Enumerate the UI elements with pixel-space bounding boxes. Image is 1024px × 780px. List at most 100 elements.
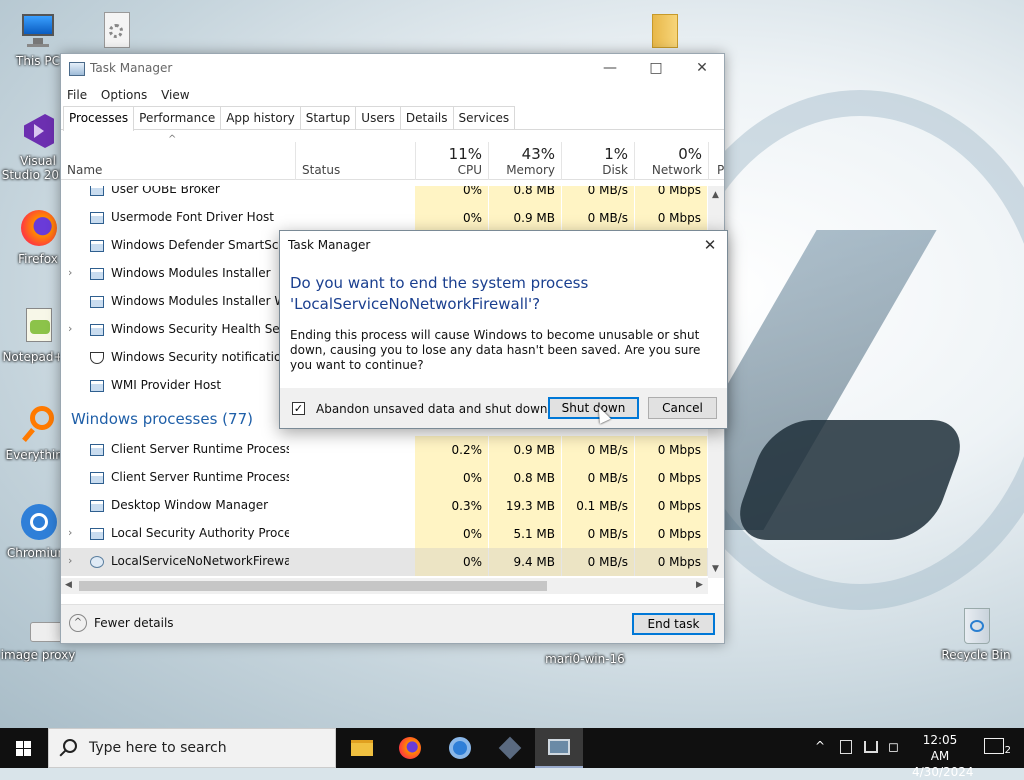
chevron-right-icon[interactable]: › (68, 554, 72, 567)
tab-performance[interactable]: Performance (133, 106, 222, 130)
column-disk-label: Disk (602, 163, 628, 177)
memory-value: 0.8 MB (489, 464, 561, 492)
chevron-right-icon[interactable]: › (68, 266, 72, 279)
column-network[interactable]: 0% Network (634, 142, 708, 180)
process-icon (90, 268, 104, 280)
desktop-icon-label: mari0-win-16 (545, 652, 625, 666)
checkbox-label[interactable]: Abandon unsaved data and shut down. (316, 402, 551, 416)
scroll-down-icon[interactable]: ▼ (712, 564, 719, 574)
column-power-label: P (717, 163, 724, 177)
horizontal-scroll-thumb[interactable] (79, 581, 547, 591)
end-task-button[interactable]: End task (632, 613, 715, 635)
cpu-value: 0.2% (415, 436, 488, 464)
process-name: User OOBE Broker (111, 186, 220, 196)
abandon-data-checkbox[interactable]: ✓ (292, 402, 305, 415)
tablet-icon[interactable] (840, 740, 852, 754)
network-icon[interactable] (864, 741, 878, 753)
table-row[interactable]: Usermode Font Driver Host 0% 0.9 MB 0 MB… (61, 204, 708, 232)
column-memory[interactable]: 43% Memory (488, 142, 561, 180)
taskbar-task-manager[interactable] (535, 728, 583, 768)
column-status[interactable]: Status (295, 142, 415, 180)
process-name: Client Server Runtime Process (111, 470, 289, 484)
disk-value: 0 MB/s (562, 548, 634, 576)
scroll-right-icon[interactable]: ▶ (696, 580, 703, 590)
chevron-up-icon[interactable]: ^ (815, 739, 825, 779)
process-name: Windows Modules Installer (111, 266, 271, 280)
tab-startup[interactable]: Startup (299, 106, 357, 130)
taskbar-firefox[interactable] (386, 728, 434, 768)
table-row[interactable]: Client Server Runtime Process 0% 0.8 MB … (61, 464, 708, 492)
notification-center-icon[interactable]: 2 (984, 738, 1011, 756)
taskbar-file-explorer[interactable] (338, 728, 386, 768)
title-bar[interactable]: Task Manager — □ ✕ (61, 54, 724, 84)
network-percent: 0% (678, 145, 702, 163)
chevron-up-circle-icon[interactable]: ^ (69, 614, 87, 632)
close-button[interactable]: ✕ (679, 54, 725, 84)
cpu-value: 0% (415, 548, 488, 576)
tab-users[interactable]: Users (355, 106, 401, 130)
process-name: LocalServiceNoNetworkFirewall ... (111, 554, 289, 568)
recycle-bin-icon (954, 604, 998, 648)
dialog-footer: ✓ Abandon unsaved data and shut down. Sh… (280, 388, 727, 428)
taskbar-chromium[interactable] (436, 728, 484, 768)
memory-value: 0.9 MB (489, 204, 561, 232)
notepad-plus-plus-icon (16, 306, 60, 350)
tab-app-history[interactable]: App history (220, 106, 301, 130)
chromium-icon (449, 737, 471, 759)
menu-view[interactable]: View (161, 84, 195, 102)
network-value: 0 Mbps (635, 436, 707, 464)
network-value: 0 Mbps (635, 548, 707, 576)
memory-value: 9.4 MB (489, 548, 561, 576)
clock-date: 4/30/2024 (912, 765, 974, 779)
chromium-icon (16, 502, 60, 546)
dialog-body: Ending this process will cause Windows t… (290, 328, 701, 372)
start-button[interactable] (0, 728, 48, 768)
tab-details[interactable]: Details (399, 106, 454, 130)
desktop-icon-folder[interactable] (645, 10, 681, 54)
process-name: WMI Provider Host (111, 378, 222, 392)
menu-options[interactable]: Options (101, 84, 153, 102)
dialog-close-icon[interactable]: ✕ (699, 234, 721, 256)
chevron-right-icon[interactable]: › (68, 526, 72, 539)
column-power[interactable]: P (708, 142, 724, 180)
window-title: Task Manager (90, 61, 173, 75)
maximize-icon: □ (649, 60, 663, 76)
table-row[interactable]: User OOBE Broker 0% 0.8 MB 0 MB/s 0 Mbps (61, 186, 708, 204)
checkmark-icon: ✓ (293, 402, 304, 415)
maximize-button[interactable]: □ (633, 54, 679, 84)
minimize-button[interactable]: — (587, 54, 633, 84)
tab-processes[interactable]: Processes (63, 106, 135, 131)
table-row[interactable]: › Local Security Authority Process... 0%… (61, 520, 708, 548)
search-icon (63, 739, 77, 753)
image-proxy-icon (16, 614, 64, 648)
cpu-value: 0% (415, 520, 488, 548)
desktop-icon-recycle-bin[interactable]: Recycle Bin (937, 604, 1015, 662)
horizontal-scrollbar[interactable]: ◀ ▶ (61, 578, 708, 594)
taskbar-app-diamond[interactable] (486, 728, 534, 768)
group-label: Windows processes (77) (71, 410, 253, 428)
column-disk[interactable]: 1% Disk (561, 142, 634, 180)
scroll-up-icon[interactable]: ▲ (712, 190, 719, 200)
volume-muted-icon[interactable]: ◻ (888, 740, 899, 780)
desktop-icon-file[interactable] (78, 10, 154, 54)
chevron-right-icon[interactable]: › (68, 322, 72, 335)
table-row[interactable]: Desktop Window Manager 0.3% 19.3 MB 0.1 … (61, 492, 708, 520)
disk-value: 0 MB/s (562, 464, 634, 492)
menu-file[interactable]: File (67, 84, 93, 102)
folder-icon (351, 740, 373, 756)
scroll-left-icon[interactable]: ◀ (65, 580, 72, 590)
process-name: Windows Security notification icon (111, 350, 289, 364)
cancel-button[interactable]: Cancel (648, 397, 717, 419)
column-cpu[interactable]: 11% CPU (415, 142, 488, 180)
column-name[interactable]: ^ Name (61, 134, 295, 180)
table-row[interactable]: Client Server Runtime Process 0.2% 0.9 M… (61, 436, 708, 464)
taskbar-search-box[interactable]: Type here to search (48, 728, 336, 768)
memory-value: 5.1 MB (489, 520, 561, 548)
clock[interactable]: 12:05 AM 4/30/2024 (912, 732, 974, 779)
sort-up-icon: ^ (168, 134, 177, 145)
tab-services[interactable]: Services (452, 106, 516, 130)
firefox-icon (399, 737, 421, 759)
desktop-icon-mari0[interactable]: mari0-win-16 (543, 652, 627, 666)
fewer-details-link[interactable]: Fewer details (94, 616, 174, 630)
table-row-selected[interactable]: › LocalServiceNoNetworkFirewall ... 0% 9… (61, 548, 708, 576)
